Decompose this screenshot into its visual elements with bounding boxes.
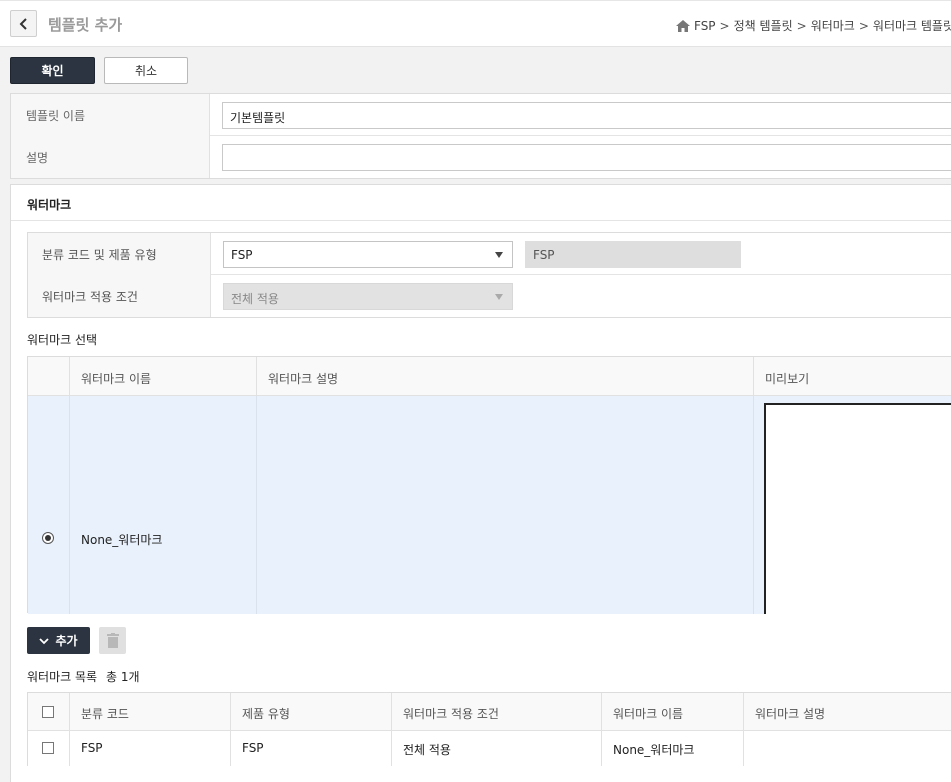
breadcrumb-item[interactable]: FSP (694, 19, 716, 33)
watermark-list-count: 총 1개 (106, 670, 140, 684)
select-all-checkbox[interactable] (42, 706, 54, 718)
list-cell-category: FSP (70, 731, 231, 766)
list-cell-condition: 전체 적용 (392, 731, 602, 766)
category-label: 분류 코드 및 제품 유형 (28, 233, 211, 275)
template-name-row: 템플릿 이름 기본템플릿 (11, 94, 951, 136)
breadcrumb-item[interactable]: 워터마크 템플릿 (873, 17, 951, 34)
breadcrumb-separator: > (719, 18, 730, 33)
list-header-product[interactable]: 제품 유형 (231, 693, 392, 731)
divider (11, 220, 951, 221)
condition-label: 워터마크 적용 조건 (28, 275, 211, 317)
condition-select: 전체 적용 (223, 283, 513, 310)
breadcrumb-separator: > (796, 18, 807, 33)
watermark-list-table: 분류 코드 제품 유형 워터마크 적용 조건 워터마크 이름 워터마크 설명 F… (27, 692, 951, 766)
condition-row: 워터마크 적용 조건 전체 적용 (28, 275, 951, 317)
list-cell-description (744, 731, 951, 766)
chevron-down-icon (39, 637, 50, 644)
confirm-button[interactable]: 확인 (10, 57, 95, 84)
chevron-left-icon (19, 17, 27, 30)
row-checkbox-cell (28, 731, 70, 766)
list-header-category[interactable]: 분류 코드 (70, 693, 231, 731)
row-checkbox[interactable] (42, 742, 54, 754)
table-row[interactable]: FSP FSP 전체 적용 None_워터마크 (28, 731, 951, 766)
category-row: 분류 코드 및 제품 유형 FSP FSP (28, 233, 951, 275)
caret-down-icon (495, 252, 503, 258)
watermark-list-title: 워터마크 목록 (27, 670, 98, 684)
grid-header-name[interactable]: 워터마크 이름 (70, 357, 257, 396)
breadcrumb: FSP > 정책 템플릿 > 워터마크 > 워터마크 템플릿 > 템플 (676, 17, 951, 34)
grid-header-preview: 미리보기 (765, 372, 810, 386)
condition-select-value: 전체 적용 (231, 292, 279, 306)
watermark-preview (764, 403, 951, 614)
list-header-checkbox-cell (28, 693, 70, 731)
page-title: 템플릿 추가 (48, 16, 123, 34)
category-select[interactable]: FSP (223, 241, 513, 268)
watermark-select-title: 워터마크 선택 (27, 333, 98, 347)
list-header: 분류 코드 제품 유형 워터마크 적용 조건 워터마크 이름 워터마크 설명 (28, 693, 951, 731)
watermark-name-cell: None_워터마크 (70, 396, 257, 614)
radio-cell[interactable] (28, 396, 70, 614)
description-input[interactable] (222, 144, 951, 171)
product-type-readonly: FSP (525, 241, 741, 268)
table-row[interactable]: None_워터마크 (28, 396, 951, 614)
home-icon[interactable] (676, 19, 690, 32)
breadcrumb-item[interactable]: 정책 템플릿 (734, 17, 793, 34)
grid-header: 워터마크 이름 워터마크 설명 미리보기 (28, 357, 951, 396)
list-header-condition[interactable]: 워터마크 적용 조건 (392, 693, 602, 731)
category-select-value: FSP (231, 248, 253, 262)
watermark-section-title: 워터마크 (27, 198, 72, 212)
add-button[interactable]: 추가 (27, 627, 90, 654)
list-cell-product: FSP (231, 731, 392, 766)
delete-button[interactable] (99, 627, 126, 654)
watermark-radio-selected[interactable] (42, 532, 54, 544)
page-header: 템플릿 추가 FSP > 정책 템플릿 > 워터마크 > 워터마크 템플릿 > … (0, 0, 951, 47)
watermark-select-grid: 워터마크 이름 워터마크 설명 미리보기 None_워터마크 (27, 356, 951, 614)
cancel-button[interactable]: 취소 (104, 57, 188, 84)
grid-header-description[interactable]: 워터마크 설명 (257, 357, 754, 396)
template-name-label: 템플릿 이름 (11, 94, 210, 136)
list-header-description[interactable]: 워터마크 설명 (744, 693, 951, 731)
add-button-label: 추가 (55, 634, 78, 648)
caret-down-icon (495, 294, 503, 300)
watermark-condition-table: 분류 코드 및 제품 유형 FSP FSP 워터마크 적용 조건 전체 적용 (27, 232, 951, 318)
template-name-input[interactable]: 기본템플릿 (222, 102, 951, 129)
back-button[interactable] (10, 10, 37, 37)
list-header-name[interactable]: 워터마크 이름 (602, 693, 744, 731)
description-label: 설명 (11, 136, 210, 178)
template-basic-form: 템플릿 이름 기본템플릿 설명 (10, 93, 951, 179)
description-row: 설명 (11, 136, 951, 178)
watermark-description-cell (257, 396, 754, 614)
grid-header-radio (28, 357, 70, 396)
watermark-panel: 워터마크 분류 코드 및 제품 유형 FSP FSP 워터마크 적용 조건 전체… (10, 184, 951, 782)
breadcrumb-separator: > (858, 18, 869, 33)
trash-icon (106, 633, 119, 648)
list-cell-name: None_워터마크 (602, 731, 744, 766)
breadcrumb-item[interactable]: 워터마크 (811, 17, 855, 34)
